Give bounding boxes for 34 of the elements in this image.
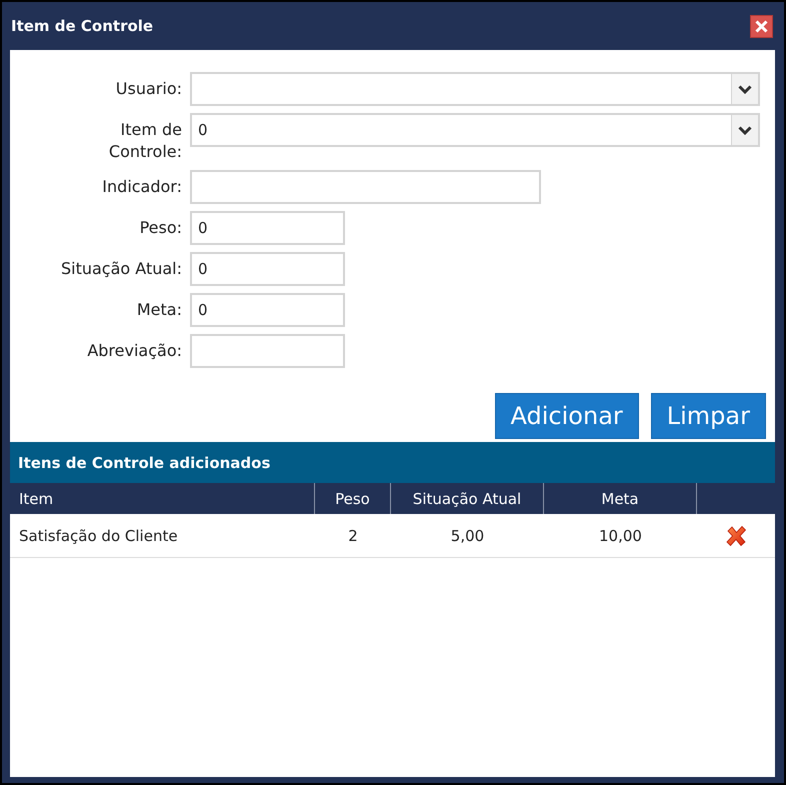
text-field[interactable] — [190, 170, 541, 204]
text-field[interactable]: 0 — [190, 211, 345, 245]
dropdown-button[interactable] — [731, 74, 758, 104]
table-cell: 10,00 — [599, 526, 642, 544]
field-label: Item de Controle: — [108, 119, 182, 163]
field-label: Meta: — [136, 299, 182, 321]
field-label: Indicador: — [102, 176, 182, 198]
field-label: Usuario: — [116, 78, 182, 100]
column-header: Item — [10, 483, 315, 514]
add-button[interactable]: Adicionar — [494, 393, 639, 439]
column-header: Peso — [315, 483, 391, 514]
dropdown-button[interactable] — [731, 115, 758, 145]
dropdown-field[interactable]: 0 — [190, 113, 760, 147]
text-field[interactable] — [190, 334, 345, 368]
chevron-down-icon — [738, 84, 752, 94]
close-icon — [755, 20, 768, 32]
text-field[interactable]: 0 — [190, 252, 345, 286]
window-title: Item de Controle — [11, 17, 154, 35]
text-field[interactable]: 0 — [190, 293, 345, 327]
field-label: Peso: — [140, 217, 182, 239]
field-label: Abreviação: — [87, 340, 182, 362]
field-label: Situação Atual: — [60, 258, 182, 280]
delete-icon — [725, 524, 747, 546]
column-header: Situação Atual — [391, 483, 544, 514]
table-cell: 5,00 — [450, 526, 484, 544]
dropdown-field[interactable] — [190, 72, 760, 106]
table-cell-text: Satisfação do Cliente — [18, 526, 178, 544]
table-cell: 2 — [348, 526, 358, 544]
column-header: Meta — [544, 483, 697, 514]
section-title: Itens de Controle adicionados — [18, 454, 270, 472]
clear-button[interactable]: Limpar — [650, 393, 766, 439]
delete-button[interactable] — [725, 524, 747, 546]
chevron-down-icon — [738, 126, 752, 134]
close-button[interactable] — [750, 14, 773, 38]
